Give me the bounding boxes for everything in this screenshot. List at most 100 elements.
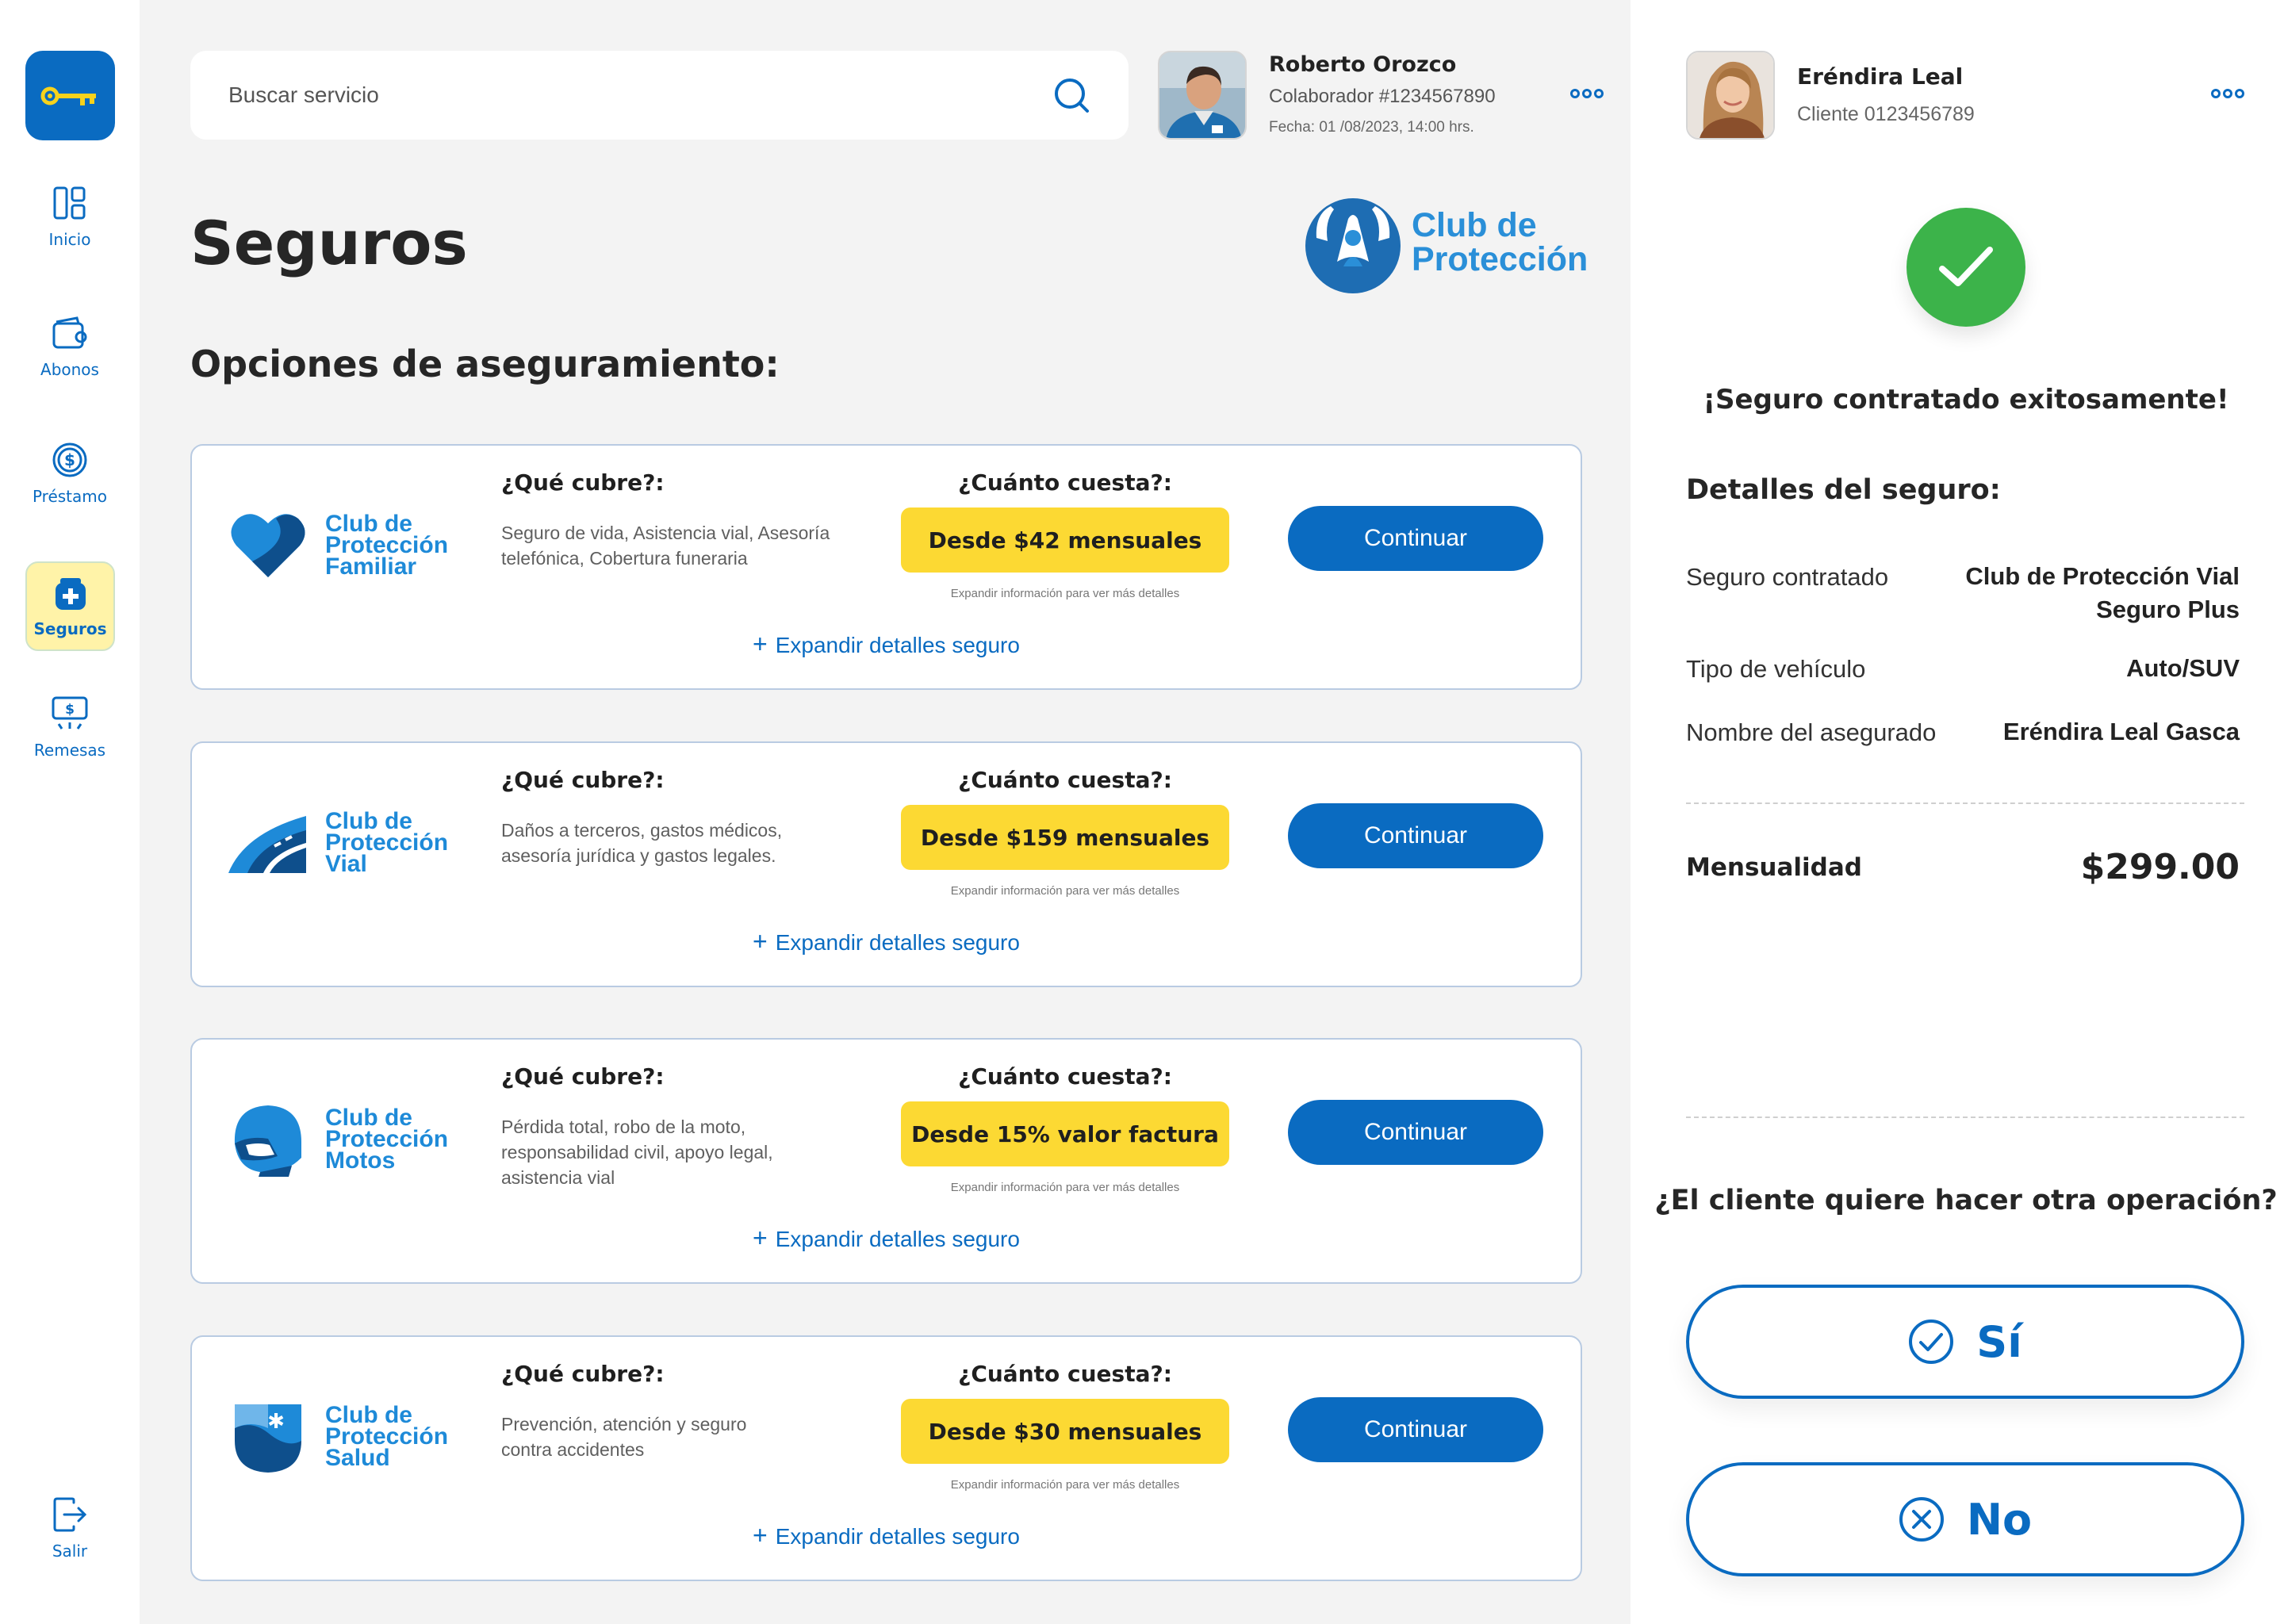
logo-line: Salud [325,1444,390,1471]
expand-label: Expandir detalles seguro [775,1227,1020,1251]
plus-icon: + [753,927,768,956]
expand-details-link[interactable]: + Expandir detalles seguro [192,630,1581,659]
cost-question: ¿Cuánto cuesta?: [958,1063,1172,1090]
logout-label: Salir [52,1542,88,1561]
price-badge: Desde $30 mensuales [901,1399,1229,1464]
insurance-card-motos: Club de Protección Motos ¿Qué cubre?: Pé… [190,1038,1582,1284]
expand-label: Expandir detalles seguro [775,633,1020,657]
yes-label: Sí [1976,1316,2022,1367]
salud-logo: ✱ Club de Protección Salud [228,1392,466,1480]
price-note: Expandir información para ver más detall… [950,1181,1180,1194]
sidebar-item-seguros[interactable]: Seguros [25,561,115,651]
logo-line: Motos [325,1147,396,1174]
logo-line: Familiar [325,553,417,580]
search-icon[interactable] [1052,76,1090,114]
protection-hands-icon [1305,197,1401,293]
logo-line: Vial [325,850,367,877]
sidebar-item-label: Abonos [40,360,99,379]
x-circle-icon [1899,1497,1944,1542]
coverage-question: ¿Qué cubre?: [501,767,665,793]
logo-line: Club de [325,1401,412,1428]
heart-icon [231,514,305,577]
logo-line: Protección [325,829,449,856]
sidebar-item-prestamo[interactable]: $ Préstamo [0,441,140,506]
logout-button[interactable]: Salir [0,1496,140,1561]
detail-label-vehiculo: Tipo de vehículo [1686,655,1866,683]
brand-logo: Club de Protección [1301,189,1588,296]
confirmation-panel: Eréndira Leal Cliente 0123456789 ¡Seguro… [1631,0,2284,1624]
familiar-logo: Club de Protección Familiar [228,501,466,588]
continue-button[interactable]: Continuar [1288,803,1543,868]
logo-line: Protección [325,1125,449,1152]
more-options-button[interactable] [1570,89,1604,98]
logo-line: Club de [325,807,412,834]
price-badge: Desde $159 mensuales [901,805,1229,870]
user-name: Roberto Orozco [1269,52,1457,77]
section-title: Opciones de aseguramiento: [190,343,780,385]
cost-question: ¿Cuánto cuesta?: [958,767,1172,793]
sidebar-item-label: Inicio [48,230,91,249]
expand-details-link[interactable]: + Expandir detalles seguro [192,927,1581,956]
cost-question: ¿Cuánto cuesta?: [958,469,1172,496]
page-title: Seguros [190,208,468,278]
value-line: Club de Protección Vial [1965,562,2240,590]
another-operation-question: ¿El cliente quiere hacer otra operación? [1654,1185,2278,1216]
continue-button[interactable]: Continuar [1288,1397,1543,1462]
sidebar-item-label: Préstamo [32,487,108,506]
helmet-icon [234,1105,301,1177]
coverage-description: Prevención, atención y seguro contra acc… [501,1414,747,1460]
logout-icon [51,1496,89,1534]
detail-value-seguro: Club de Protección Vial Seguro Plus [1891,560,2240,626]
svg-text:$: $ [64,450,75,469]
search-input[interactable] [228,82,1052,108]
avatar [1158,51,1247,140]
expand-label: Expandir detalles seguro [775,1524,1020,1549]
price-note: Expandir información para ver más detall… [950,884,1180,898]
price-note: Expandir información para ver más detall… [950,1478,1180,1492]
user-card: Roberto Orozco Colaborador #1234567890 F… [1158,51,1604,140]
coverage-description: Seguro de vida, Asistencia vial, Asesorí… [501,523,830,569]
divider [1686,1116,2244,1118]
continue-button[interactable]: Continuar [1288,506,1543,571]
insurance-icon [52,575,90,613]
sidebar-item-label: Seguros [33,619,107,638]
brand-name: Club de Protección [1412,205,1588,278]
user-role: Colaborador #1234567890 [1269,86,1496,107]
client-id: Cliente 0123456789 [1797,103,1975,125]
svg-text:✱: ✱ [267,1410,285,1434]
sidebar-item-remesas[interactable]: $ Remesas [0,695,140,760]
plus-icon: + [753,630,768,658]
monthly-label: Mensualidad [1686,853,1862,882]
logo-line: Club de [325,1104,412,1131]
expand-details-link[interactable]: + Expandir detalles seguro [192,1224,1581,1253]
continue-button[interactable]: Continuar [1288,1100,1543,1165]
logo-line: Club de [325,510,412,537]
key-icon [40,86,96,105]
session-date: Fecha: 01 /08/2023, 14:00 hrs. [1269,119,1474,136]
dot-icon [2211,89,2221,98]
vial-logo: Club de Protección Vial [228,799,466,886]
success-check-icon [1907,208,2025,327]
yes-button[interactable]: Sí [1686,1285,2244,1399]
expand-details-link[interactable]: + Expandir detalles seguro [192,1521,1581,1550]
no-button[interactable]: No [1686,1462,2244,1576]
dot-icon [1594,89,1604,98]
wallet-icon [51,314,89,352]
price-badge: Desde $42 mensuales [901,508,1229,573]
dot-icon [2223,89,2232,98]
sidebar-item-label: Remesas [33,741,106,760]
dashboard-icon [51,184,89,222]
divider [1686,802,2244,804]
logo-line: Protección [325,531,449,558]
price-badge: Desde 15% valor factura [901,1101,1229,1166]
plus-icon: + [753,1521,768,1549]
sidebar-item-abonos[interactable]: Abonos [0,314,140,379]
sidebar-item-inicio[interactable]: Inicio [0,184,140,249]
app-logo[interactable] [25,51,115,140]
cost-question: ¿Cuánto cuesta?: [958,1361,1172,1387]
insurance-card-vial: Club de Protección Vial ¿Qué cubre?: Dañ… [190,741,1582,987]
no-label: No [1966,1494,2033,1545]
coverage-question: ¿Qué cubre?: [501,469,665,496]
client-more-options-button[interactable] [2211,89,2244,98]
logo-line: Protección [325,1423,449,1450]
